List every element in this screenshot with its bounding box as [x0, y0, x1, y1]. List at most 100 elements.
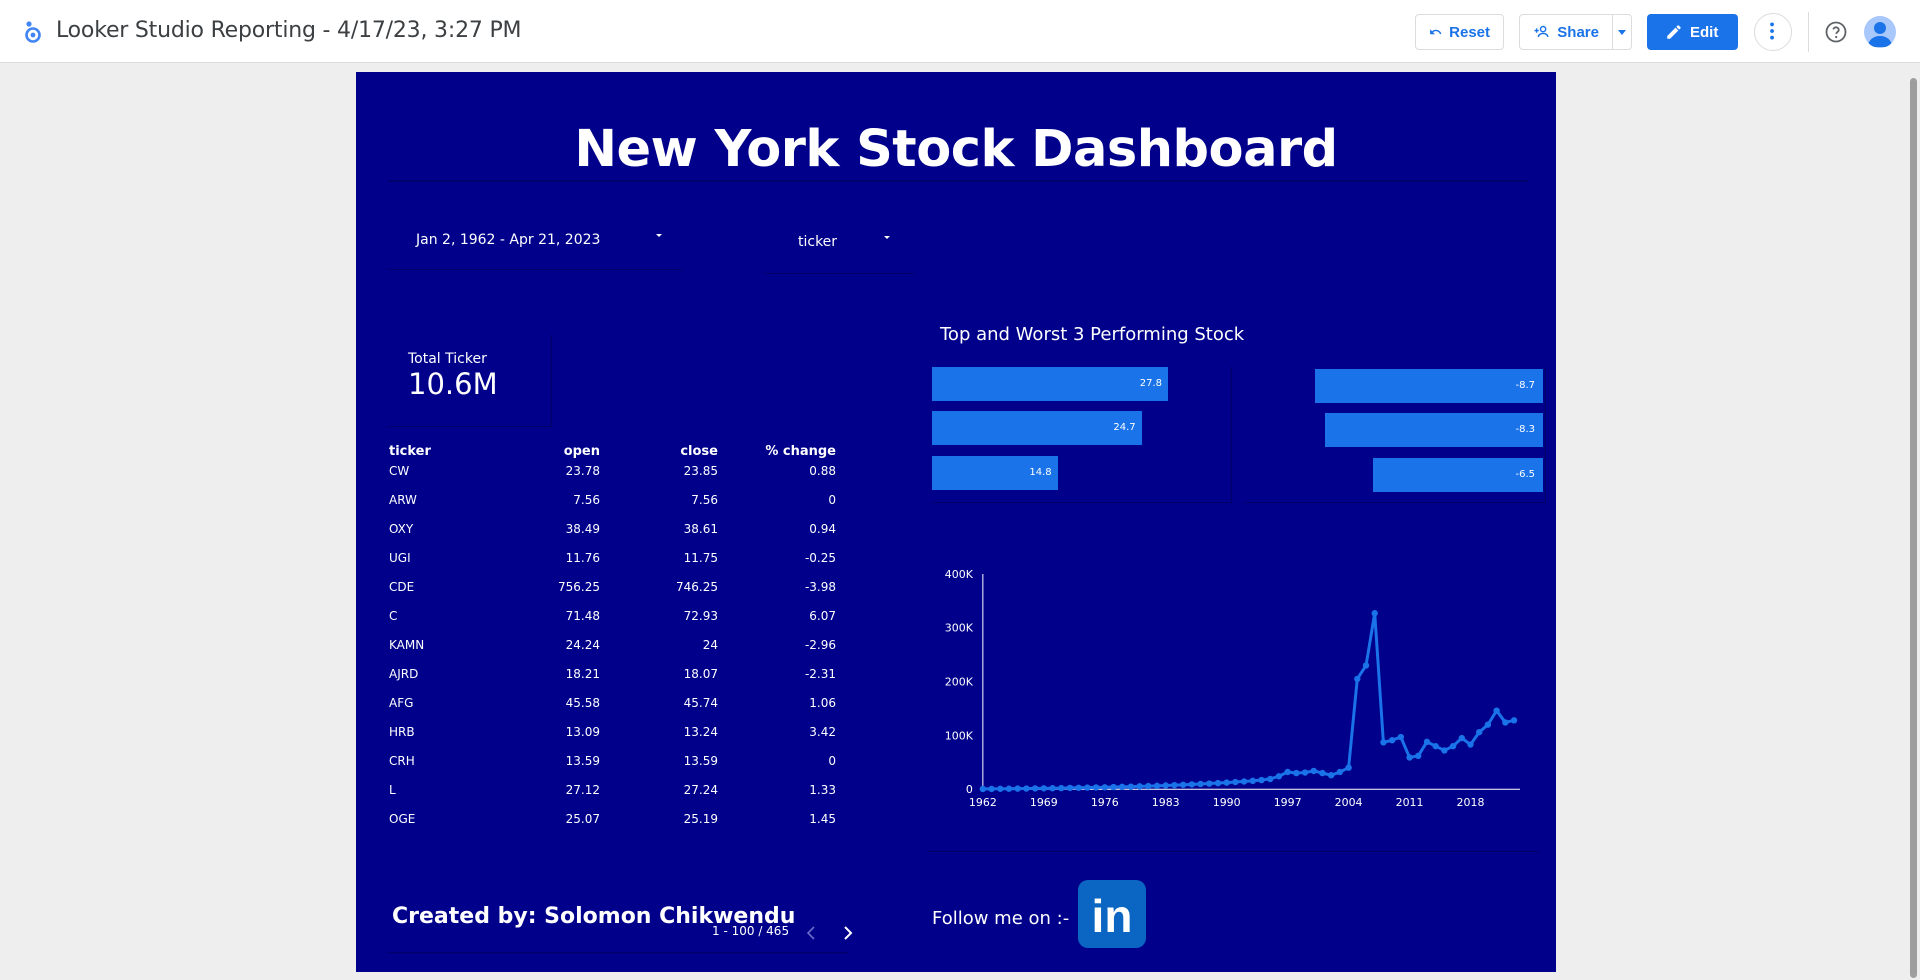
data-point[interactable]	[1319, 769, 1326, 777]
data-point[interactable]	[1066, 784, 1074, 792]
looker-studio-logo-icon[interactable]	[20, 19, 46, 45]
data-point[interactable]	[1423, 738, 1431, 746]
top-bar[interactable]: 27.8	[932, 367, 1168, 401]
data-point[interactable]	[1502, 719, 1509, 726]
data-point[interactable]	[1171, 781, 1178, 789]
data-point[interactable]	[1084, 784, 1091, 791]
date-range-control[interactable]: Jan 2, 1962 - Apr 21, 2023	[388, 214, 682, 270]
series-line[interactable]	[982, 611, 1515, 791]
data-point[interactable]	[1362, 662, 1370, 669]
total-ticker-scorecard[interactable]: Total Ticker 10.6M	[388, 335, 552, 427]
column-header-ticker[interactable]: ticker	[389, 444, 431, 459]
data-point[interactable]	[1293, 769, 1300, 777]
data-point[interactable]	[1327, 772, 1335, 779]
table-row[interactable]: OXY 38.49 38.61 0.94	[388, 522, 848, 551]
data-point[interactable]	[1310, 767, 1317, 775]
data-point[interactable]	[1258, 776, 1265, 784]
data-point[interactable]	[1441, 747, 1448, 754]
data-point[interactable]	[1153, 782, 1161, 790]
data-point[interactable]	[1162, 782, 1169, 789]
data-point[interactable]	[1284, 768, 1291, 776]
share-dropdown-button[interactable]	[1612, 14, 1632, 50]
worst-performing-chart[interactable]: -8.7 -8.3 -6.5	[1244, 367, 1546, 503]
data-point[interactable]	[1371, 610, 1378, 617]
scrollbar-thumb[interactable]	[1910, 78, 1917, 978]
page-scrollbar[interactable]	[1908, 72, 1918, 980]
data-point[interactable]	[1275, 773, 1283, 780]
chevron-right-icon[interactable]	[837, 924, 857, 942]
data-point[interactable]	[1301, 769, 1309, 776]
data-point[interactable]	[1406, 754, 1413, 761]
data-point[interactable]	[1040, 785, 1048, 792]
data-point[interactable]	[1458, 734, 1465, 742]
data-point[interactable]	[1197, 780, 1204, 788]
data-point[interactable]	[1214, 779, 1222, 787]
column-header-open[interactable]: open	[564, 444, 600, 459]
data-point[interactable]	[1510, 717, 1518, 724]
data-point[interactable]	[1432, 742, 1439, 750]
table-row[interactable]: HRB 13.09 13.24 3.42	[388, 725, 848, 754]
data-point[interactable]	[1136, 783, 1143, 790]
data-point[interactable]	[1397, 733, 1405, 741]
worst-bar[interactable]: -6.5	[1372, 458, 1543, 492]
data-point[interactable]	[1267, 775, 1274, 783]
ticker-filter-control[interactable]: ticker	[764, 214, 914, 274]
share-button[interactable]: Share	[1519, 14, 1613, 50]
table-row[interactable]: CW 23.78 23.85 0.88	[388, 464, 848, 493]
chevron-left-icon[interactable]	[802, 924, 822, 942]
data-point[interactable]	[1110, 783, 1117, 791]
data-point[interactable]	[1336, 768, 1344, 776]
report-name[interactable]: Looker Studio Reporting - 4/17/23, 3:27 …	[56, 18, 522, 43]
data-point[interactable]	[1388, 737, 1396, 744]
worst-bar[interactable]: -8.3	[1325, 413, 1543, 447]
reset-button[interactable]: Reset	[1415, 14, 1504, 50]
data-point[interactable]	[1476, 728, 1483, 736]
edit-button[interactable]: Edit	[1647, 14, 1738, 50]
top-bar[interactable]: 14.8	[932, 456, 1058, 490]
worst-bar[interactable]: -8.7	[1315, 369, 1543, 403]
data-point[interactable]	[1240, 778, 1248, 785]
data-point[interactable]	[1005, 785, 1013, 792]
data-point[interactable]	[1223, 779, 1230, 786]
data-point[interactable]	[1345, 764, 1352, 771]
data-point[interactable]	[1484, 721, 1492, 728]
table-row[interactable]: C 71.48 72.93 6.07	[388, 609, 848, 638]
data-point[interactable]	[1206, 780, 1213, 787]
data-point[interactable]	[1354, 675, 1361, 683]
data-point[interactable]	[1380, 739, 1387, 746]
data-point[interactable]	[1449, 742, 1457, 750]
data-point[interactable]	[1145, 782, 1152, 790]
volume-line-chart[interactable]: 0 100K 200K 300K 400K 1962 1969 1976 1983 1990 199…	[928, 558, 1540, 852]
data-point[interactable]	[1049, 784, 1056, 792]
table-row[interactable]: L 27.12 27.24 1.33	[388, 783, 848, 812]
data-point[interactable]	[1023, 785, 1030, 792]
help-icon[interactable]	[1824, 20, 1848, 44]
data-point[interactable]	[1493, 707, 1500, 714]
avatar[interactable]	[1864, 16, 1896, 48]
linkedin-icon[interactable]: in	[1078, 880, 1146, 948]
column-header-close[interactable]: close	[680, 444, 718, 459]
data-point[interactable]	[1014, 785, 1021, 792]
data-point[interactable]	[1075, 784, 1082, 791]
data-point[interactable]	[1118, 783, 1126, 791]
more-options-button[interactable]	[1754, 13, 1792, 51]
data-point[interactable]	[979, 785, 987, 793]
data-point[interactable]	[1031, 785, 1039, 792]
data-point[interactable]	[1101, 784, 1108, 791]
data-point[interactable]	[988, 785, 995, 793]
column-header-change[interactable]: % change	[765, 444, 836, 459]
table-row[interactable]: KAMN 24.24 24 -2.96	[388, 638, 848, 667]
data-point[interactable]	[1415, 752, 1422, 760]
top-performing-chart[interactable]: 27.8 24.7 14.8	[932, 367, 1232, 503]
data-point[interactable]	[1232, 778, 1239, 786]
data-point[interactable]	[1058, 784, 1065, 792]
data-point[interactable]	[997, 785, 1004, 792]
data-point[interactable]	[1188, 781, 1196, 788]
table-row[interactable]: AJRD 18.21 18.07 -2.31	[388, 667, 848, 696]
table-row[interactable]: ARW 7.56 7.56 0	[388, 493, 848, 522]
data-point[interactable]	[1467, 741, 1474, 748]
top-bar[interactable]: 24.7	[932, 411, 1142, 445]
data-point[interactable]	[1092, 784, 1100, 791]
table-row[interactable]: CRH 13.59 13.59 0	[388, 754, 848, 783]
table-row[interactable]: AFG 45.58 45.74 1.06	[388, 696, 848, 725]
